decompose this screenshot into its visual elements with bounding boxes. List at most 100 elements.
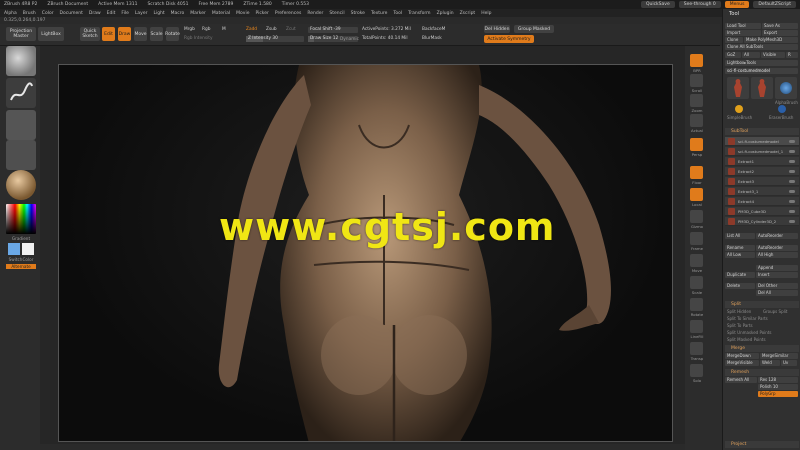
subtool-item[interactable]: sci-fi-costumedmodel [725, 137, 799, 146]
menu-file[interactable]: File [121, 11, 129, 16]
menu-stencil[interactable]: Stencil [329, 11, 344, 16]
subtool-item[interactable]: Extract2 [725, 167, 799, 176]
document-viewport[interactable]: www.cgtsj.com [58, 64, 673, 442]
goz-all-button[interactable]: All [742, 52, 760, 58]
focal-shift-slider[interactable]: Focal Shift -39 [308, 27, 358, 33]
quicksave-button[interactable]: QuickSave [640, 1, 675, 8]
scroll-button[interactable] [690, 74, 703, 87]
menu-transform[interactable]: Transform [408, 11, 430, 16]
poly-grp-toggle[interactable]: PolyGrp [758, 391, 798, 397]
current-tool-name[interactable]: sci-fi-costumedmodel [725, 68, 798, 74]
quick-sketch-button[interactable]: Quick Sketch [80, 27, 100, 41]
eye-icon[interactable] [789, 140, 795, 143]
menu-edit[interactable]: Edit [107, 11, 116, 16]
alpha-thumbnail[interactable] [6, 110, 36, 140]
remesh-section-header[interactable]: Remesh [725, 369, 799, 376]
rotate-view-button[interactable] [690, 298, 703, 311]
backface-mask-toggle[interactable]: BackfaceM [422, 27, 445, 32]
weld-toggle[interactable]: Weld [760, 360, 780, 366]
subtool-item[interactable]: PM3D_Cube3D [725, 207, 799, 216]
split-similar-button[interactable]: Split To Similar Parts [727, 316, 768, 321]
list-all-button[interactable]: List All [725, 233, 755, 239]
all-high-button[interactable]: All High [756, 252, 798, 258]
scale-button[interactable]: Scale [150, 27, 163, 41]
auto-reorder-2-button[interactable]: AutoReorder [756, 245, 798, 251]
eraser-brush-icon[interactable] [778, 105, 786, 113]
linefill-button[interactable] [690, 320, 703, 333]
edit-button[interactable]: Edit [102, 27, 115, 41]
menu-preferences[interactable]: Preferences [275, 11, 301, 16]
gizmo-button[interactable] [690, 210, 703, 223]
blur-mask-toggle[interactable]: BlurMask [422, 36, 442, 41]
draw-button[interactable]: Draw [118, 27, 131, 41]
res-slider[interactable]: Res 128 [758, 377, 798, 383]
merge-section-header[interactable]: Merge [725, 345, 799, 352]
clone-button[interactable]: Clone [725, 37, 743, 43]
material-thumbnail[interactable] [6, 170, 36, 200]
secondary-color-swatch[interactable] [22, 243, 34, 255]
uv-toggle[interactable]: Uv [781, 360, 797, 366]
delete-button[interactable]: Delete [725, 283, 755, 289]
local-button[interactable] [690, 188, 703, 201]
m-toggle[interactable]: M [222, 27, 226, 32]
menu-stroke[interactable]: Stroke [351, 11, 365, 16]
menu-macro[interactable]: Macro [171, 11, 185, 16]
menus-button[interactable]: Menus [724, 1, 750, 8]
merge-down-button[interactable]: MergeDown [725, 353, 759, 359]
rename-button[interactable]: Rename [725, 245, 755, 251]
insert-button[interactable]: Insert [756, 272, 798, 278]
bpr-button[interactable] [690, 54, 703, 67]
merge-visible-button[interactable]: MergeVisible [725, 360, 759, 366]
default-zscript-button[interactable]: DefaultZScript [753, 1, 796, 8]
eye-icon[interactable] [789, 200, 795, 203]
eye-icon[interactable] [789, 210, 795, 213]
tool-thumbnail-main[interactable] [727, 77, 749, 99]
goz-r-button[interactable]: R [786, 52, 798, 58]
projection-master-button[interactable]: Projection Master [6, 27, 36, 41]
group-masked-button[interactable]: Group Masked [514, 25, 554, 33]
auto-reorder-button[interactable]: AutoReorder [756, 233, 798, 239]
subtool-item[interactable]: PM3D_Cylinder3D_2 [725, 217, 799, 226]
append-button[interactable]: Append [756, 265, 798, 271]
color-picker[interactable] [6, 204, 36, 234]
project-section-header[interactable]: Project [725, 441, 799, 448]
export-button[interactable]: Export [762, 30, 798, 36]
menu-document[interactable]: Document [60, 11, 83, 16]
menu-light[interactable]: Light [153, 11, 164, 16]
del-hidden-button[interactable]: Del Hidden [484, 25, 510, 33]
simple-brush-icon[interactable] [735, 105, 743, 113]
rotate-button[interactable]: Rotate [165, 27, 180, 41]
goz-visible-button[interactable]: Visible [761, 52, 785, 58]
menu-layer[interactable]: Layer [135, 11, 148, 16]
eye-icon[interactable] [789, 180, 795, 183]
menu-material[interactable]: Material [212, 11, 230, 16]
make-polymesh-button[interactable]: Make PolyMesh3D [744, 37, 798, 43]
eye-icon[interactable] [789, 170, 795, 173]
eye-icon[interactable] [789, 160, 795, 163]
solo-button[interactable] [690, 364, 703, 377]
switch-color-button[interactable]: SwitchColor [4, 257, 38, 262]
texture-thumbnail[interactable] [6, 140, 36, 170]
load-tool-button[interactable]: Load Tool [725, 23, 761, 29]
alternate-button[interactable]: Alternate [6, 264, 36, 269]
z-intensity-slider[interactable]: Z Intensity 30 [246, 36, 304, 42]
mrgb-toggle[interactable]: Mrgb [184, 27, 195, 32]
all-low-button[interactable]: All Low [725, 252, 755, 258]
tool-thumbnail-2[interactable] [751, 77, 773, 99]
subtool-item[interactable]: Extract1 [725, 157, 799, 166]
del-other-button[interactable]: Del Other [756, 283, 798, 289]
activate-symmetry-button[interactable]: Activate Symmetry [484, 35, 534, 43]
see-through-slider[interactable]: See-through 0 [678, 1, 721, 8]
menu-picker[interactable]: Picker [255, 11, 268, 16]
subtool-item[interactable]: Extract3_1 [725, 187, 799, 196]
subtool-section-header[interactable]: SubTool [725, 128, 799, 135]
menu-help[interactable]: Help [481, 11, 491, 16]
menu-draw[interactable]: Draw [89, 11, 101, 16]
frame-button[interactable] [690, 232, 703, 245]
split-parts-button[interactable]: Split To Parts [727, 323, 753, 328]
menu-render[interactable]: Render [307, 11, 323, 16]
menu-texture[interactable]: Texture [371, 11, 387, 16]
split-masked-button[interactable]: Split Masked Points [727, 337, 766, 342]
move-button[interactable]: Move [134, 27, 147, 41]
save-as-button[interactable]: Save As [762, 23, 798, 29]
